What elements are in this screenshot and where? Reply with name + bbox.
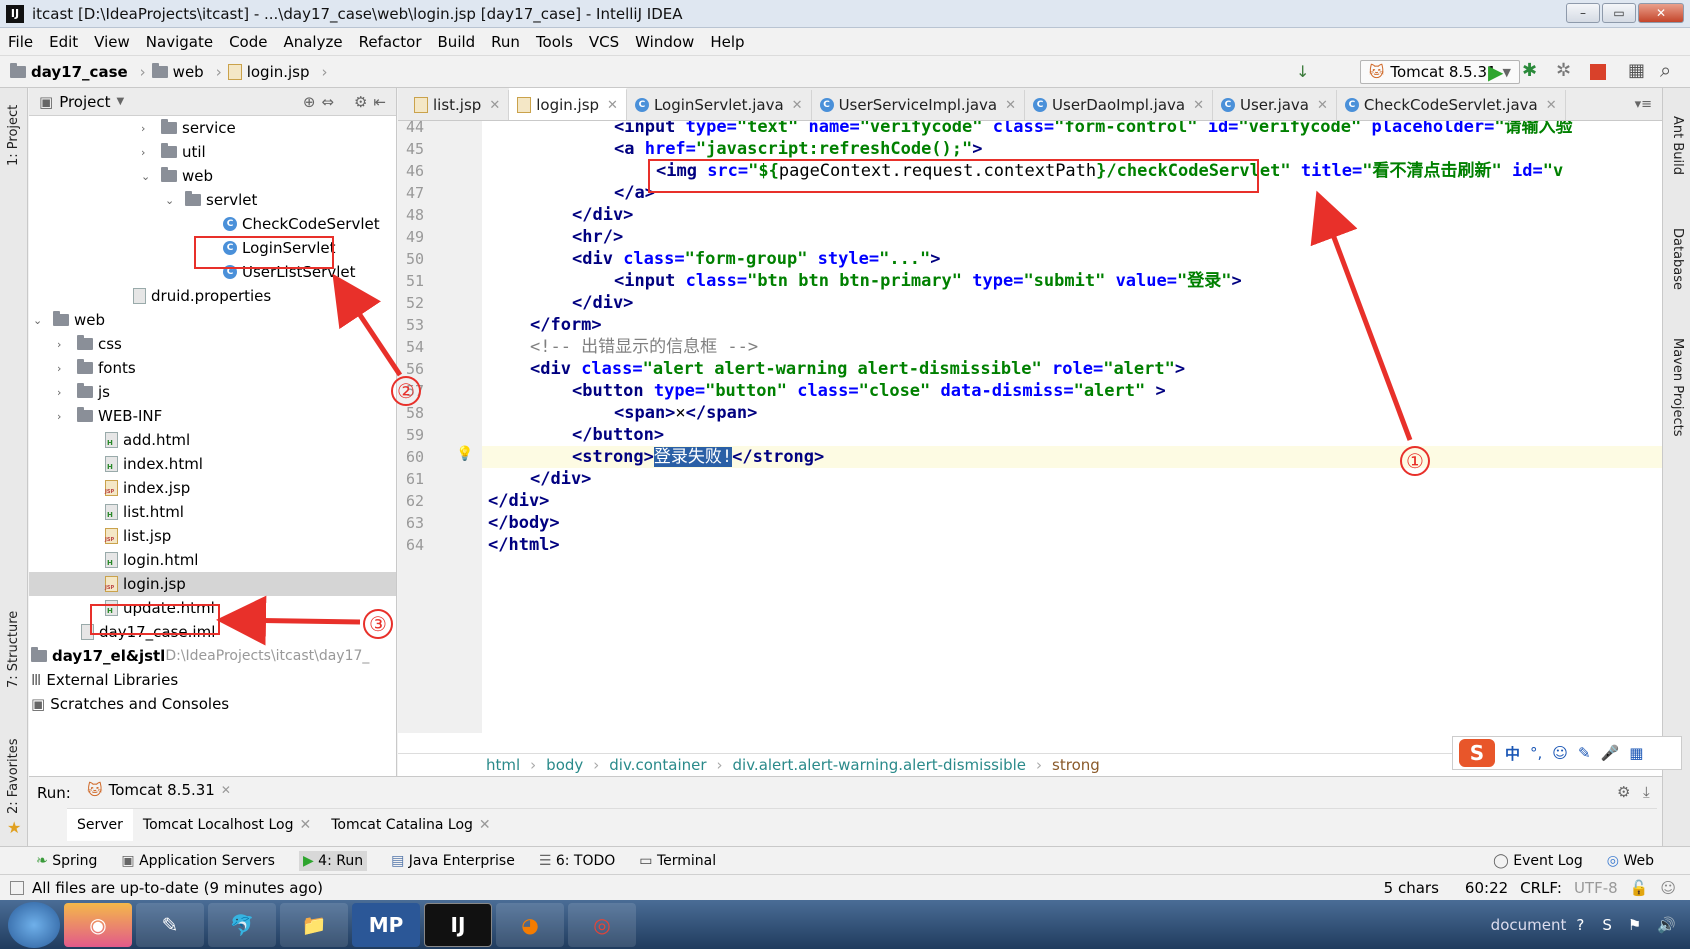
arrow-3	[216, 595, 361, 646]
arrow-2	[332, 273, 403, 377]
annotation-number-3: ③	[363, 609, 393, 639]
arrow-1	[1310, 190, 1413, 441]
annotation-arrows	[216, 190, 1413, 646]
annotation-number-2: ②	[391, 376, 421, 406]
annotation-number-1: ①	[1400, 446, 1430, 476]
